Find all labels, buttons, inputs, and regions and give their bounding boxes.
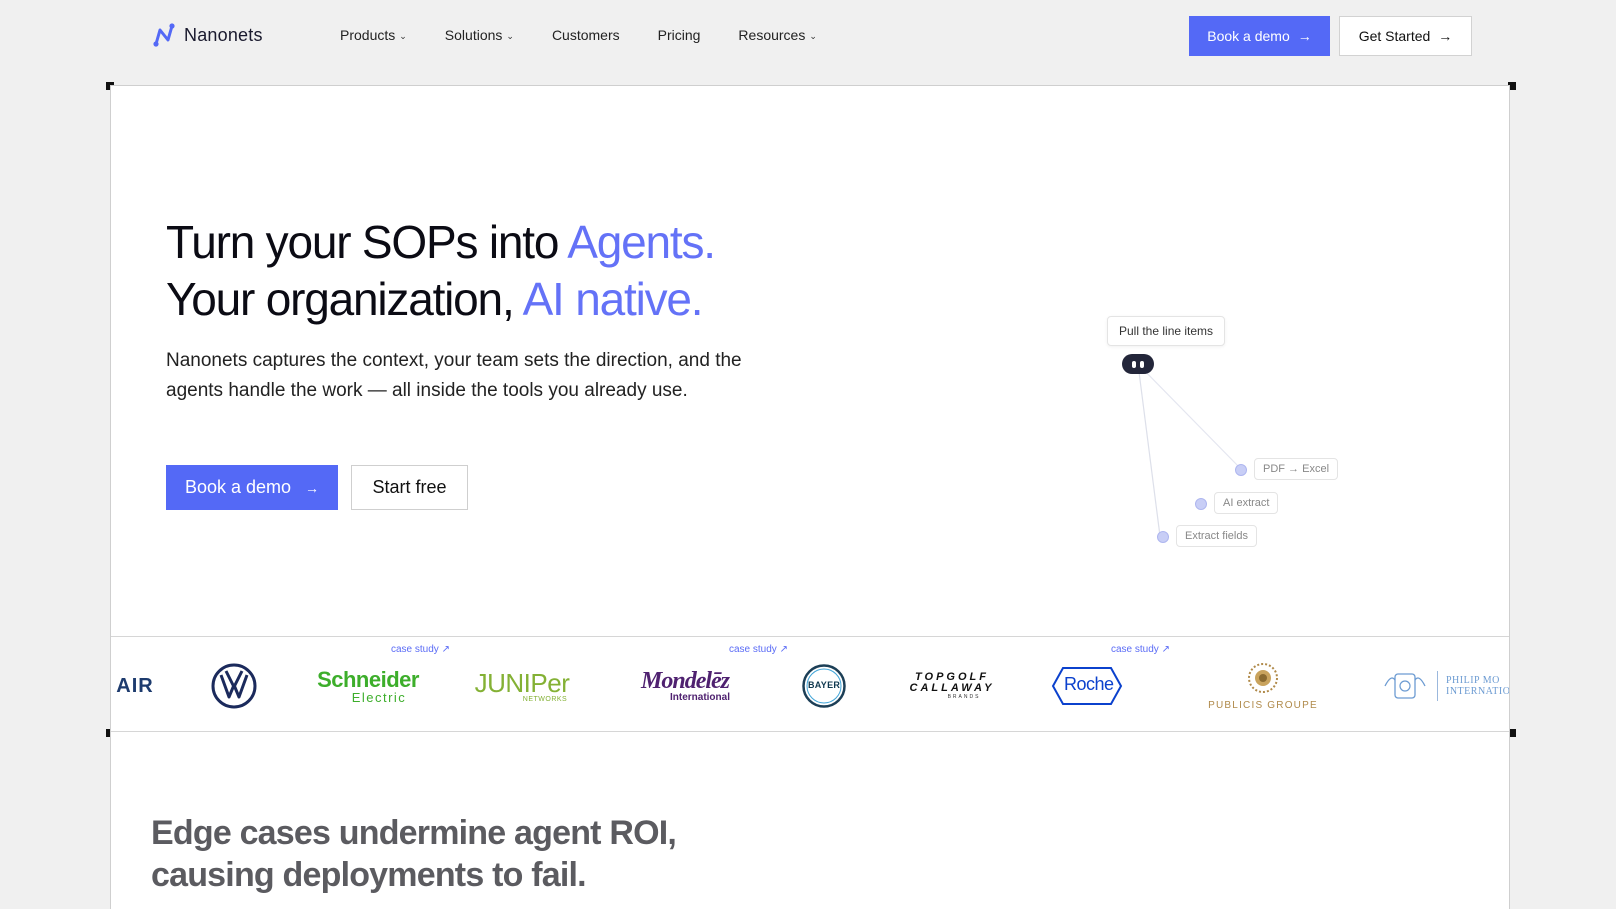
top-nav: Nanonets Products ⌄ Solutions ⌄ Customers … — [0, 0, 1616, 72]
case-study-link-schneider[interactable]: case study ↗ — [391, 644, 450, 655]
nav-resources[interactable]: Resources ⌄ — [738, 27, 816, 43]
section-heading-line2: causing deployments to fail. — [151, 856, 587, 894]
nav-get-started-button[interactable]: Get Started → — [1339, 16, 1472, 56]
agent-step-node — [1157, 531, 1169, 543]
nav-customers[interactable]: Customers — [552, 27, 620, 43]
arrow-right-icon: → — [1438, 28, 1453, 44]
logo-publicis-text: PUBLICIS GROUPE — [1208, 700, 1318, 711]
brand-logo[interactable]: Nanonets — [152, 22, 263, 48]
logo-mondelez-line1: Mondelēz — [641, 668, 730, 694]
arrow-right-icon: → — [1297, 28, 1312, 44]
nanonets-logo-icon — [153, 23, 175, 47]
agent-step-node — [1235, 464, 1247, 476]
case-study-link-roche[interactable]: case study ↗ — [1111, 644, 1170, 655]
agent-bot-icon — [1122, 354, 1154, 374]
agent-step-ai-extract: AI extract — [1214, 492, 1279, 514]
logo-pmi-line1: PHILIP MO — [1446, 675, 1500, 686]
agent-step-pdf-excel: PDF → Excel — [1254, 458, 1339, 480]
logo-volkswagen — [211, 661, 257, 711]
logo-philip-morris: PHILIP MO INTERNATIO — [1381, 661, 1509, 711]
case-study-link-mondelez[interactable]: case study ↗ — [729, 644, 788, 655]
logo-bayer-text: BAYER — [808, 680, 841, 690]
chevron-down-icon: ⌄ — [809, 30, 817, 41]
nav-products-label: Products — [340, 27, 396, 43]
hero-subtitle: Nanonets captures the context, your team… — [166, 350, 742, 401]
nav-resources-label: Resources — [738, 27, 806, 43]
nav-products[interactable]: Products ⌄ — [340, 27, 407, 43]
nav-solutions[interactable]: Solutions ⌄ — [445, 27, 514, 43]
pmi-crest-icon — [1384, 673, 1426, 699]
volkswagen-logo-icon — [211, 663, 257, 709]
agent-step-node — [1195, 498, 1207, 510]
nav-get-started-label: Get Started — [1358, 28, 1431, 44]
hero-title-line2: Your organization, — [166, 273, 523, 325]
logo-topgolf-callaway: TOPGOLF CALLAWAY BRANDS — [910, 661, 993, 711]
logo-schneider-electric: Schneider Electric — [311, 661, 425, 711]
logo-roche: Roche — [1051, 661, 1123, 711]
agent-step-extract-fields: Extract fields — [1176, 525, 1257, 547]
nav-book-demo-label: Book a demo — [1207, 28, 1290, 44]
nav-pricing-label: Pricing — [657, 27, 701, 43]
customer-logo-strip: AIR case study ↗ Schneider Electric JUNI… — [111, 636, 1509, 732]
logo-juniper: JUNIPer NETWORKS — [471, 661, 573, 711]
agent-prompt-bubble: Pull the line items — [1107, 316, 1226, 346]
section-heading: Edge cases undermine agent ROI, causing … — [151, 812, 677, 896]
arrow-right-icon: → — [305, 479, 320, 496]
hero-start-free-label: Start free — [372, 477, 447, 497]
logo-mondelez: Mondelēz International — [621, 661, 749, 711]
logo-schneider-line2: Electric — [351, 689, 407, 705]
logo-topgolf-line3: BRANDS — [947, 693, 981, 700]
logo-pmi-line2: INTERNATIO — [1446, 686, 1509, 697]
logo-juniper-line1: JUNIPer — [474, 667, 570, 698]
hero-title-accent1: Agents. — [567, 216, 716, 268]
logo-mondelez-line2: International — [669, 692, 730, 703]
logo-roche-text: Roche — [1064, 674, 1114, 694]
hero-title: Turn your SOPs into Agents. Your organiz… — [166, 214, 716, 328]
chevron-down-icon: ⌄ — [506, 30, 514, 41]
hero-book-demo-label: Book a demo — [184, 477, 292, 497]
page-frame: Turn your SOPs into Agents. Your organiz… — [110, 85, 1510, 909]
hero-book-demo-button[interactable]: Book a demo → — [166, 465, 338, 510]
logo-air: AIR — [111, 661, 163, 711]
publicis-lion-icon — [1248, 663, 1278, 693]
hero-title-accent2: AI native. — [522, 273, 704, 325]
nav-links: Products ⌄ Solutions ⌄ Customers Pricing R… — [340, 27, 855, 43]
logo-air-text: AIR — [116, 674, 154, 697]
brand-name: Nanonets — [184, 24, 263, 45]
logo-schneider-line1: Schneider — [317, 666, 419, 692]
nav-customers-label: Customers — [551, 27, 620, 43]
logo-bayer: BAYER — [801, 661, 847, 711]
logo-publicis-groupe: PUBLICIS GROUPE — [1201, 661, 1325, 711]
chevron-down-icon: ⌄ — [399, 30, 407, 41]
hero-start-free-button[interactable]: Start free — [351, 465, 468, 510]
section-heading-line1: Edge cases undermine agent ROI, — [151, 814, 677, 852]
nav-solutions-label: Solutions — [444, 27, 503, 43]
logo-juniper-line2: NETWORKS — [522, 695, 568, 703]
hero-title-line1: Turn your SOPs into — [166, 216, 568, 268]
nav-pricing[interactable]: Pricing — [658, 27, 701, 43]
nav-book-demo-button[interactable]: Book a demo → — [1189, 16, 1330, 56]
